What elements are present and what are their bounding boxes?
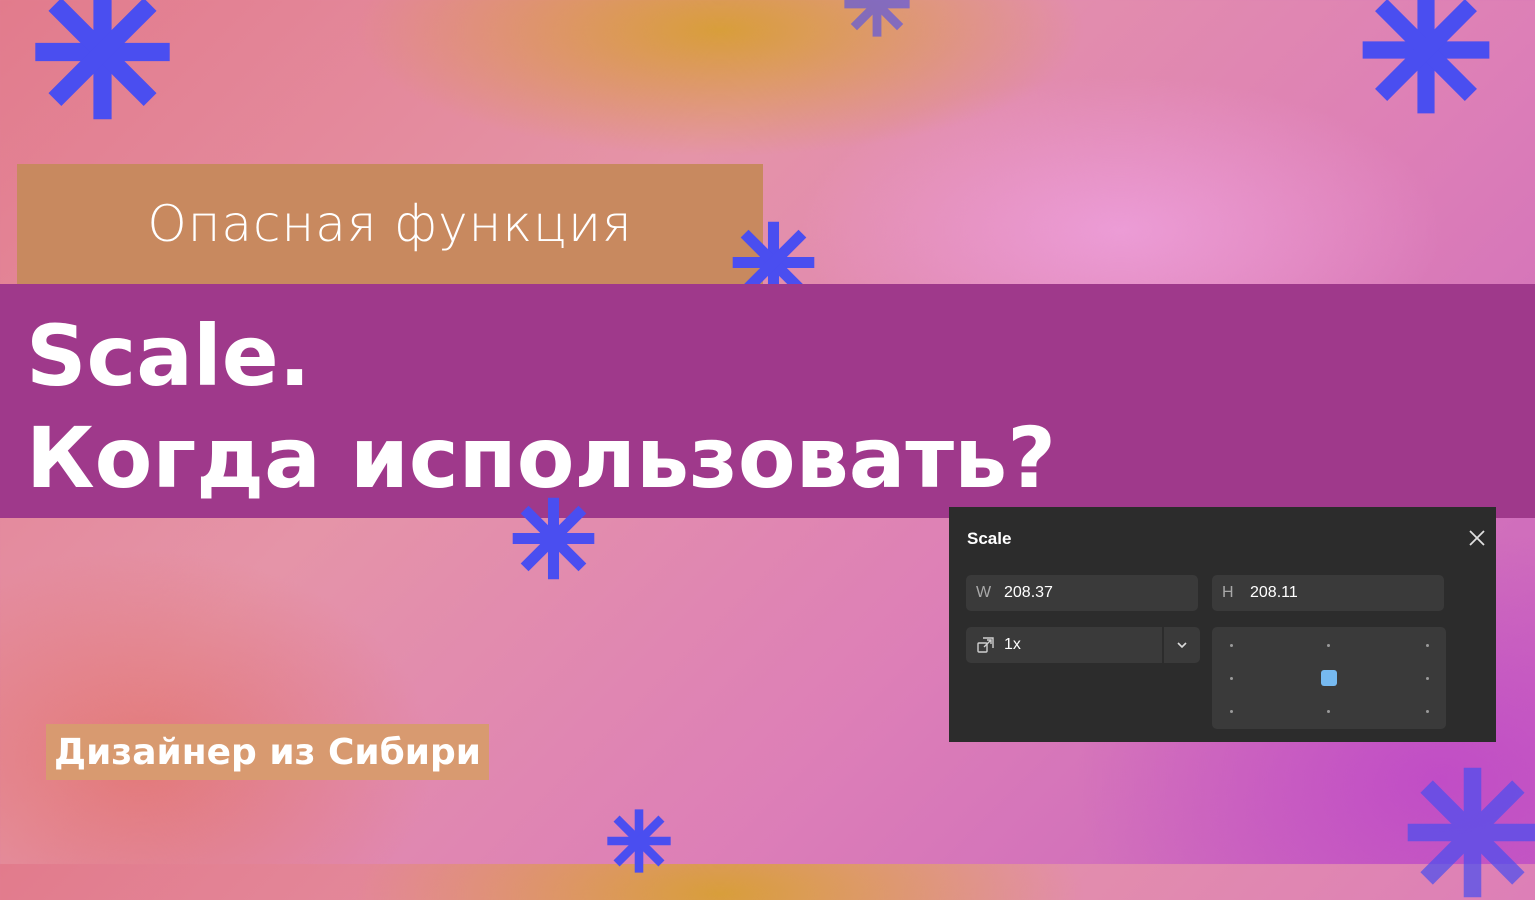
width-field[interactable]: W 208.37 <box>966 575 1198 611</box>
scale-panel: Scale W 208.37 H 208.11 1x <box>949 507 1496 742</box>
snowflake-icon <box>843 0 911 38</box>
height-label: H <box>1222 584 1234 601</box>
title-line-2: Когда использовать? <box>26 409 1056 507</box>
anchor-top-left[interactable] <box>1230 644 1233 647</box>
author-text: Дизайнер из Сибири <box>54 731 481 773</box>
panel-title: Scale <box>967 529 1012 548</box>
subtitle-banner: Опасная функция <box>17 164 763 284</box>
anchor-top-right[interactable] <box>1426 644 1429 647</box>
snowflake-icon <box>511 496 596 581</box>
snowflake-icon <box>30 0 175 122</box>
anchor-center-selected[interactable] <box>1321 670 1337 686</box>
snowflake-icon <box>606 808 672 874</box>
chevron-down-icon <box>1177 642 1187 649</box>
anchor-top-center[interactable] <box>1327 644 1330 647</box>
close-button[interactable] <box>1466 527 1488 549</box>
title-band: Scale. Когда использовать? <box>0 284 1535 518</box>
anchor-bottom-right[interactable] <box>1426 710 1429 713</box>
anchor-middle-right[interactable] <box>1426 677 1429 680</box>
subtitle-text: Опасная функция <box>147 195 633 253</box>
anchor-middle-left[interactable] <box>1230 677 1233 680</box>
height-value[interactable]: 208.11 <box>1250 584 1298 602</box>
scale-factor-value[interactable]: 1x <box>1004 636 1021 654</box>
scale-dropdown-button[interactable] <box>1164 627 1200 663</box>
anchor-grid <box>1212 627 1446 729</box>
snowflake-icon <box>1405 765 1535 900</box>
scale-factor-field[interactable]: 1x <box>966 627 1200 663</box>
snowflake-icon <box>1360 0 1492 116</box>
close-icon <box>1469 530 1485 546</box>
height-field[interactable]: H 208.11 <box>1212 575 1444 611</box>
anchor-bottom-left[interactable] <box>1230 710 1233 713</box>
author-badge: Дизайнер из Сибири <box>46 724 489 780</box>
width-label: W <box>976 584 992 601</box>
width-value[interactable]: 208.37 <box>1004 584 1053 602</box>
scale-icon <box>977 637 994 653</box>
anchor-bottom-center[interactable] <box>1327 710 1330 713</box>
title-line-1: Scale. <box>26 307 311 405</box>
